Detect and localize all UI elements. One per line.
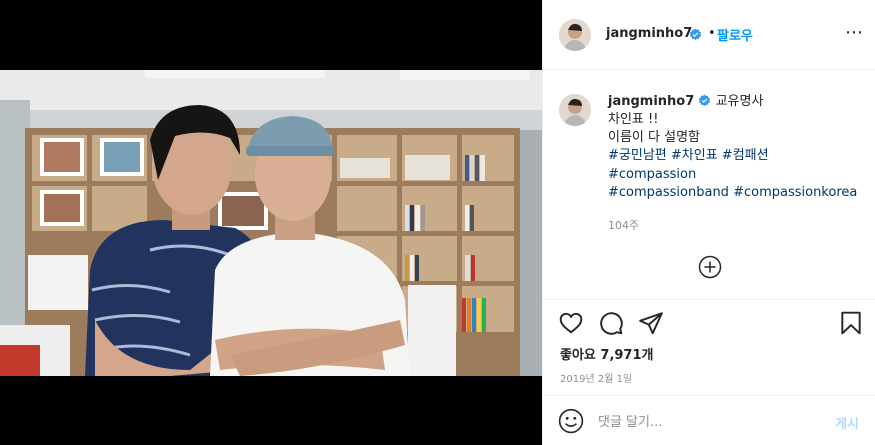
save-bookmark-icon[interactable] <box>838 310 864 336</box>
caption-first-line: jangminho7 교유명사 <box>608 93 763 111</box>
divider <box>543 395 875 396</box>
comment-bubble-icon[interactable] <box>598 310 624 336</box>
hashtag-link[interactable]: #compassionband <box>608 185 729 200</box>
likes-count[interactable]: 좋아요 7,971개 <box>560 344 654 363</box>
like-heart-icon[interactable] <box>558 310 584 336</box>
post-photo[interactable] <box>0 70 542 376</box>
emoji-icon[interactable] <box>558 408 584 434</box>
more-options-icon[interactable]: ⋯ <box>845 22 864 43</box>
caption-line-2: 차인표 !! <box>608 112 659 127</box>
caption-age: 104주 <box>608 219 640 232</box>
hashtag-link[interactable]: #compassionkorea <box>733 185 857 200</box>
hashtag-link[interactable]: #궁민남편 <box>608 148 667 163</box>
post-date[interactable]: 2019년 2월 1일 <box>560 370 632 385</box>
post-media-pane <box>0 0 542 445</box>
post-details-pane: jangminho7 • 팔로우 ⋯ jangminho7 교유명사 차인표 ! <box>542 0 875 445</box>
hashtag-line-1: #궁민남편 #차인표 #컴패션 <box>608 147 769 165</box>
avatar[interactable] <box>559 19 591 51</box>
post-author-username[interactable]: jangminho7 <box>606 26 692 41</box>
hashtag-link[interactable]: #차인표 <box>671 148 718 163</box>
instagram-post-view: jangminho7 • 팔로우 ⋯ jangminho7 교유명사 차인표 ! <box>0 0 875 445</box>
verified-badge-icon <box>689 28 702 41</box>
caption-text-segment: 교유명사 <box>715 94 764 109</box>
header-separator: • <box>708 26 716 41</box>
comment-input[interactable] <box>598 411 818 433</box>
hashtag-line-3: #compassionband #compassionkorea <box>608 184 857 202</box>
divider <box>543 299 875 300</box>
share-send-icon[interactable] <box>638 310 664 336</box>
caption-username[interactable]: jangminho7 <box>608 94 694 109</box>
caption-line-3: 이름이 다 설명함 <box>608 130 700 145</box>
hashtag-line-2: #compassion <box>608 166 696 184</box>
post-header: jangminho7 • 팔로우 ⋯ <box>543 0 875 70</box>
follow-button[interactable]: 팔로우 <box>717 25 753 44</box>
load-more-comments-icon[interactable] <box>698 255 722 279</box>
hashtag-link[interactable]: #컴패션 <box>722 148 769 163</box>
post-comment-button[interactable]: 게시 <box>835 413 859 432</box>
caption-avatar[interactable] <box>559 94 591 126</box>
hashtag-link[interactable]: #compassion <box>608 167 696 182</box>
verified-badge-icon <box>699 94 711 107</box>
